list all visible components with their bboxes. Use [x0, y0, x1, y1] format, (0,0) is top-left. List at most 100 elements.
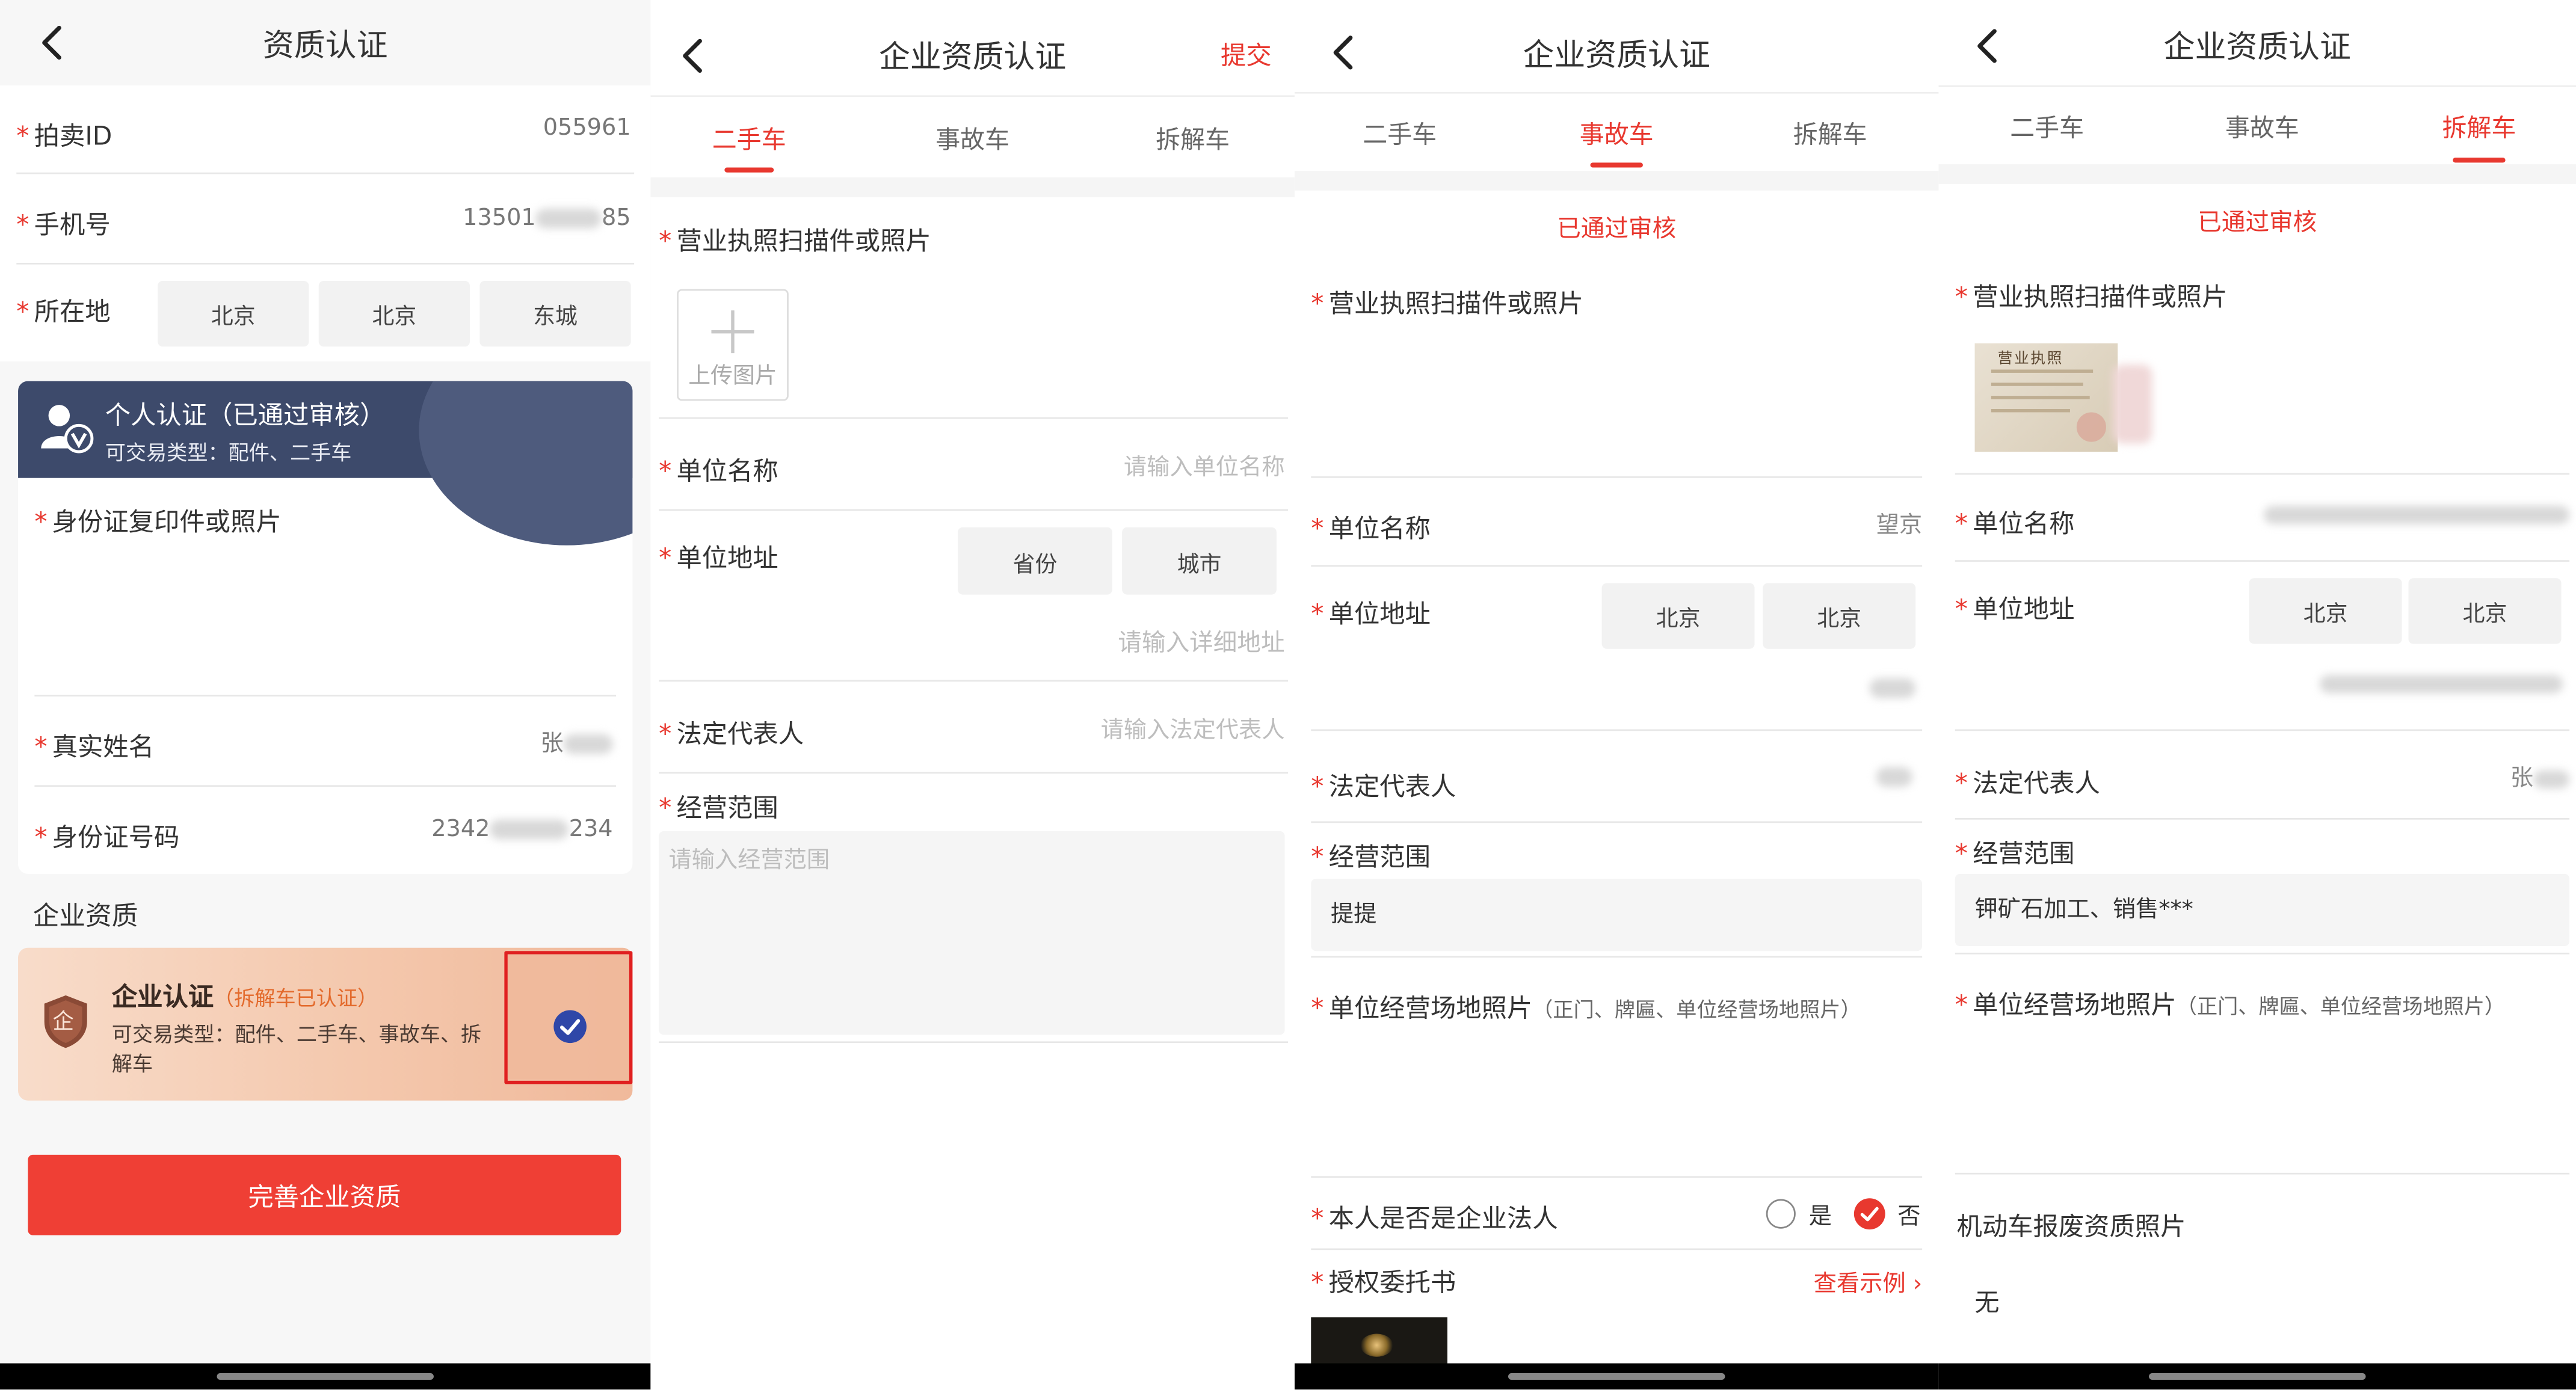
- detail-address-input[interactable]: 请输入详细地址: [1118, 624, 1284, 659]
- id-photo-label: * 身份证复印件或照片: [34, 507, 282, 538]
- screen-enterprise-used-car: 企业资质认证 提交 二手车 事故车 拆解车 * 营业执照扫描件或照片 上传图片 *…: [650, 0, 1295, 1390]
- business-scope-value: 钾矿石加工、销售***: [1974, 897, 2193, 923]
- page-title: 企业资质认证: [2163, 29, 2351, 66]
- unit-name-label: * 单位名称: [659, 457, 778, 487]
- enterprise-section-heading: 企业资质: [32, 900, 138, 932]
- location-province[interactable]: 北京: [158, 280, 309, 347]
- id-number-label: * 身份证号码: [34, 823, 180, 853]
- page-title: 企业资质认证: [878, 39, 1067, 76]
- system-nav-bar: [1938, 1363, 2576, 1390]
- legal-rep-label: * 法定代表人: [1955, 769, 2100, 799]
- premises-photo-label: * 单位经营场地照片（正门、牌匾、单位经营场地照片）: [1955, 990, 2506, 1020]
- license-label: * 营业执照扫描件或照片: [1311, 289, 1583, 319]
- real-name-value: 张: [540, 726, 613, 759]
- enterprise-auth-types: 可交易类型：配件、二手车、事故车、拆: [111, 1021, 482, 1047]
- page-title: 资质认证: [262, 28, 388, 64]
- unit-name-label: * 单位名称: [1311, 514, 1431, 544]
- city-select[interactable]: 北京: [1763, 583, 1916, 649]
- redacted-address: [1869, 678, 1916, 698]
- radio-no-label: 否: [1897, 1204, 1921, 1231]
- home-indicator[interactable]: [1508, 1373, 1725, 1380]
- business-scope-value: 提提: [1331, 902, 1377, 928]
- location-city[interactable]: 北京: [318, 280, 470, 347]
- system-nav-bar: [1294, 1363, 1939, 1390]
- auction-id-value: 055961: [543, 115, 631, 141]
- tab-dismantled-car[interactable]: 拆解车: [1094, 121, 1292, 156]
- active-tab-indicator: [2453, 158, 2506, 163]
- city-select[interactable]: 北京: [2408, 578, 2562, 644]
- radio-yes-label: 是: [1808, 1204, 1832, 1231]
- unit-address-label: * 单位地址: [659, 543, 778, 574]
- view-example-link[interactable]: 查看示例 ›: [1814, 1267, 1922, 1300]
- province-select[interactable]: 北京: [1601, 583, 1755, 649]
- legal-rep-label: * 法定代表人: [659, 719, 804, 749]
- unit-name-value: 望京: [1876, 512, 1923, 539]
- legal-rep-value: 张: [2510, 760, 2570, 793]
- authorization-letter-thumbnail[interactable]: [1311, 1317, 1447, 1367]
- location-label: * 所在地: [16, 297, 111, 327]
- system-nav-bar: [0, 1363, 651, 1390]
- review-status: 已通过审核: [2198, 210, 2317, 237]
- active-tab-indicator: [1590, 162, 1643, 168]
- page-title: 企业资质认证: [1523, 37, 1710, 74]
- scrap-qualification-value: 无: [1974, 1288, 2000, 1318]
- radio-no-checked-icon[interactable]: [1853, 1198, 1886, 1231]
- highlight-box: [504, 951, 633, 1084]
- tab-used-car[interactable]: 二手车: [1301, 117, 1499, 151]
- tab-used-car[interactable]: 二手车: [650, 121, 848, 156]
- scrap-qualification-label: 机动车报废资质照片: [1956, 1212, 2186, 1242]
- business-scope-field: 提提: [1311, 879, 1923, 952]
- personal-auth-header: 个人认证（已通过审核） 可交易类型：配件、二手车: [18, 381, 633, 546]
- business-scope-textarea[interactable]: 请输入经营范围: [659, 831, 1285, 1035]
- redacted-unit-name: [2264, 506, 2570, 524]
- tab-dismantled-car[interactable]: 拆解车: [2380, 110, 2576, 144]
- home-indicator[interactable]: [217, 1373, 434, 1380]
- plus-icon: [711, 310, 754, 354]
- radio-yes[interactable]: [1766, 1199, 1796, 1229]
- personal-auth-card: 个人认证（已通过审核） 可交易类型：配件、二手车 * 身份证复印件或照片 * 真实姓…: [18, 381, 633, 874]
- personal-verified-icon: [41, 405, 94, 454]
- business-scope-label: * 经营范围: [1311, 842, 1431, 873]
- legal-rep-label: * 法定代表人: [1311, 772, 1456, 802]
- location-district[interactable]: 东城: [479, 280, 631, 347]
- tab-dismantled-car[interactable]: 拆解车: [1731, 117, 1929, 151]
- authorization-letter-label: * 授权委托书: [1311, 1268, 1456, 1298]
- business-scope-label: * 经营范围: [659, 793, 778, 823]
- province-select[interactable]: 北京: [2249, 578, 2402, 644]
- license-thumbnail[interactable]: 营业执照: [1974, 343, 2118, 452]
- business-scope-field: 钾矿石加工、销售***: [1955, 873, 2570, 946]
- screen-enterprise-dismantled-car: 企业资质认证 二手车 事故车 拆解车 已通过审核 * 营业执照扫描件或照片 营业执…: [1938, 0, 2576, 1390]
- home-indicator[interactable]: [2149, 1373, 2366, 1380]
- unit-name-label: * 单位名称: [1955, 509, 2075, 539]
- business-scope-label: * 经营范围: [1955, 839, 2075, 869]
- enterprise-auth-title-row: 企业认证（拆解车已认证）: [111, 982, 378, 1012]
- legal-rep-input[interactable]: 请输入法定代表人: [1101, 713, 1285, 746]
- screen-enterprise-accident-car: 企业资质认证 二手车 事故车 拆解车 已通过审核 * 营业执照扫描件或照片 * 单位…: [1294, 0, 1939, 1390]
- complete-enterprise-button[interactable]: 完善企业资质: [28, 1154, 621, 1235]
- business-scope-placeholder: 请输入经营范围: [668, 847, 830, 874]
- review-status: 已通过审核: [1557, 217, 1677, 244]
- active-tab-indicator: [724, 167, 774, 173]
- tab-used-car[interactable]: 二手车: [1949, 110, 2146, 144]
- submit-button[interactable]: 提交: [1221, 36, 1272, 72]
- tab-accident-car[interactable]: 事故车: [1518, 117, 1715, 151]
- selected-check-icon[interactable]: [552, 1009, 588, 1045]
- upload-image-label: 上传图片: [688, 363, 777, 390]
- phone-value: 13501 85: [463, 205, 631, 232]
- enterprise-auth-types-cont: 解车: [111, 1051, 153, 1076]
- redacted-legal-rep: [1876, 767, 1912, 787]
- screenshot-collage: 资质认证 * 拍卖ID 055961 * 手机号 13501 85 * 所在地 北京 北…: [0, 0, 2576, 1390]
- personal-auth-title: 个人认证（已通过审核）: [105, 401, 386, 431]
- upload-image-button[interactable]: 上传图片: [677, 289, 789, 401]
- tab-accident-car[interactable]: 事故车: [2164, 110, 2361, 144]
- unit-address-label: * 单位地址: [1955, 594, 2075, 624]
- auction-id-label: * 拍卖ID: [16, 121, 112, 152]
- redacted-address: [2320, 675, 2563, 693]
- city-select[interactable]: 城市: [1122, 527, 1277, 595]
- province-select[interactable]: 省份: [958, 527, 1112, 595]
- tab-accident-car[interactable]: 事故车: [874, 121, 1071, 156]
- real-name-label: * 真实姓名: [34, 732, 155, 763]
- license-label: * 营业执照扫描件或照片: [1955, 282, 2228, 312]
- unit-name-input[interactable]: 请输入单位名称: [1124, 450, 1285, 483]
- id-number-value: 2342 234: [431, 816, 613, 843]
